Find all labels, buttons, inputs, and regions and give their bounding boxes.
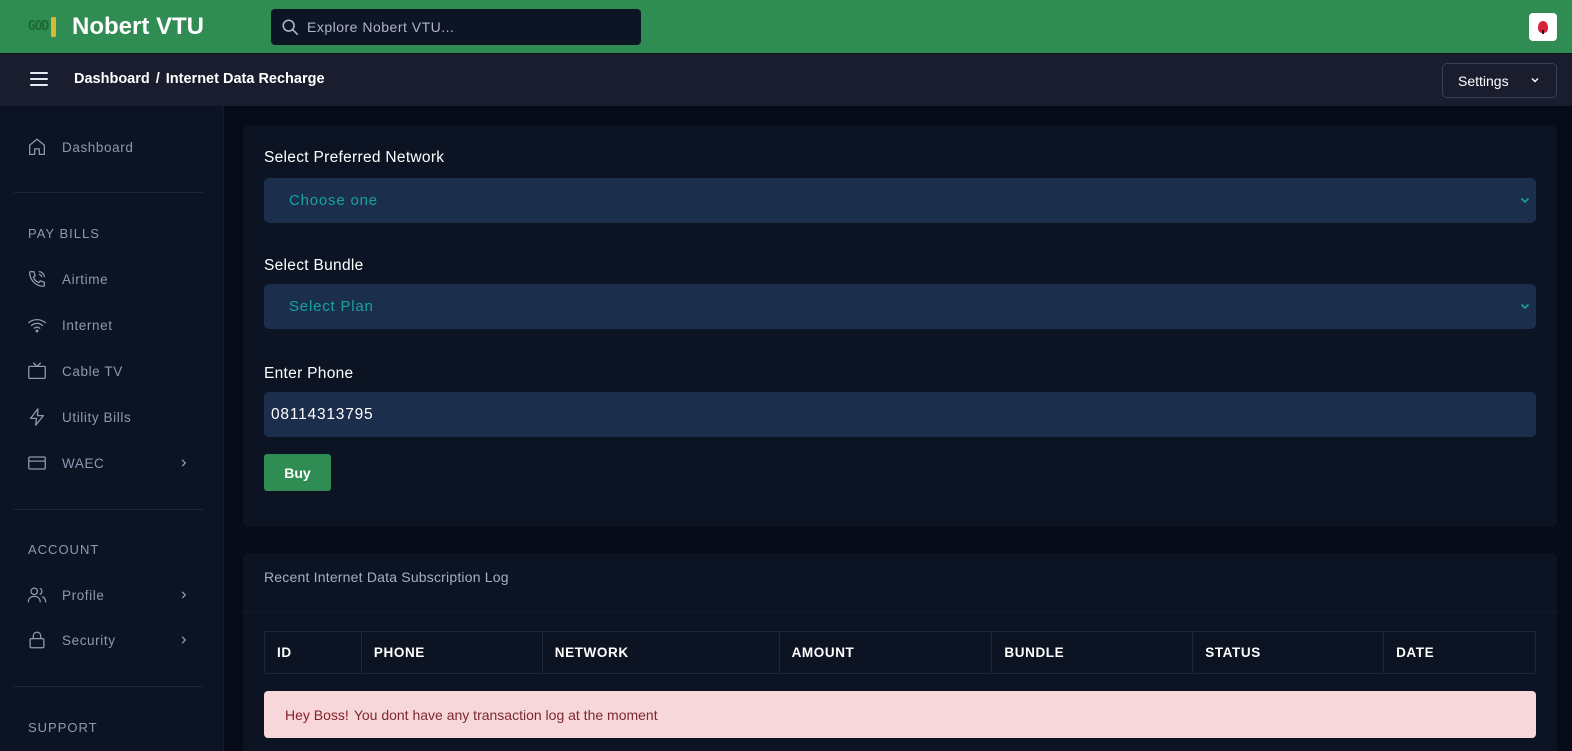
column-header-amount[interactable]: AMOUNT	[778, 631, 993, 674]
avatar[interactable]	[1529, 13, 1557, 41]
card-icon	[28, 456, 46, 470]
brand-name: Nobert VTU	[72, 12, 204, 40]
settings-label: Settings	[1458, 72, 1509, 89]
column-header-status[interactable]: STATUS	[1192, 631, 1385, 674]
sidebar-divider	[14, 686, 203, 687]
chevron-down-icon	[1531, 78, 1539, 83]
breadcrumb-current: Internet Data Recharge	[165, 71, 325, 87]
table-header-row: ID PHONE NETWORK AMOUNT BUNDLE STATUS DA…	[264, 631, 1536, 674]
phone-input[interactable]	[264, 392, 1536, 437]
log-table: ID PHONE NETWORK AMOUNT BUNDLE STATUS DA…	[264, 631, 1536, 674]
chevron-down-icon	[1520, 197, 1530, 204]
sidebar-divider	[14, 509, 203, 510]
subscription-log-card: Recent Internet Data Subscription Log ID…	[243, 553, 1557, 751]
settings-dropdown-button[interactable]: Settings	[1442, 63, 1557, 98]
lock-icon	[29, 631, 45, 649]
users-icon	[27, 587, 47, 603]
sidebar-item-label: Internet	[62, 317, 113, 333]
hamburger-icon	[30, 72, 48, 74]
chevron-right-icon	[181, 591, 187, 599]
recharge-form-card: Select Preferred Network Choose one Sele…	[243, 125, 1557, 527]
breadcrumb: Dashboard / Internet Data Recharge	[74, 71, 325, 87]
breadcrumb-separator: /	[155, 71, 160, 87]
section-title-account: ACCOUNT	[28, 542, 100, 557]
sidebar-item-label: Profile	[62, 587, 105, 603]
search-icon	[282, 19, 299, 36]
buy-button[interactable]: Buy	[264, 454, 331, 491]
column-header-date[interactable]: DATE	[1383, 631, 1536, 674]
sub-header: Dashboard / Internet Data Recharge Setti…	[0, 53, 1572, 106]
network-select-value: Choose one	[289, 192, 378, 209]
column-header-phone[interactable]: PHONE	[360, 631, 543, 674]
network-select[interactable]: Choose one	[264, 178, 1536, 223]
sidebar-item-dashboard[interactable]: Dashboard	[26, 135, 196, 159]
sidebar-item-security[interactable]: Security	[26, 628, 196, 652]
phone-icon	[29, 271, 45, 287]
sidebar-item-cable-tv[interactable]: Cable TV	[26, 359, 196, 383]
top-bar: GOD Nobert VTU	[0, 0, 1572, 53]
sidebar-item-profile[interactable]: Profile	[26, 583, 196, 607]
tv-icon	[28, 362, 46, 379]
bundle-select[interactable]: Select Plan	[264, 284, 1536, 329]
chevron-right-icon	[181, 636, 187, 644]
column-header-network[interactable]: NETWORK	[541, 631, 780, 674]
lightning-icon	[29, 408, 45, 426]
avatar-icon	[1538, 21, 1548, 34]
bundle-select-value: Select Plan	[289, 298, 374, 315]
sidebar-item-label: Security	[62, 632, 116, 648]
alert-message: You dont have any transaction log at the…	[353, 706, 658, 723]
log-title: Recent Internet Data Subscription Log	[264, 569, 509, 585]
wifi-icon	[28, 318, 46, 333]
sidebar-divider	[14, 192, 203, 193]
bundle-label: Select Bundle	[264, 257, 364, 274]
sidebar-item-label: Cable TV	[62, 363, 123, 379]
search-box[interactable]	[271, 9, 641, 45]
brand[interactable]: GOD Nobert VTU	[26, 13, 204, 41]
sidebar-item-airtime[interactable]: Airtime	[26, 267, 196, 291]
log-header-divider	[243, 611, 1557, 612]
search-input[interactable]	[307, 19, 627, 35]
phone-label: Enter Phone	[264, 365, 354, 382]
column-header-bundle[interactable]: BUNDLE	[991, 631, 1194, 674]
chevron-down-icon	[1520, 303, 1530, 310]
alert-strong-text: Hey Boss!	[285, 706, 349, 723]
sidebar-item-label: WAEC	[62, 455, 105, 471]
empty-log-alert: Hey Boss! You dont have any transaction …	[264, 691, 1536, 738]
sidebar-item-label: Airtime	[62, 271, 109, 287]
sidebar-item-utility-bills[interactable]: Utility Bills	[26, 405, 196, 429]
menu-toggle-button[interactable]	[30, 72, 48, 88]
sidebar-item-label: Dashboard	[62, 139, 134, 155]
home-icon	[29, 138, 45, 155]
network-label: Select Preferred Network	[264, 149, 445, 166]
brand-logo-icon: GOD	[26, 14, 58, 40]
sidebar: Dashboard PAY BILLS Airtime Internet Cab…	[0, 106, 224, 751]
sidebar-item-label: Utility Bills	[62, 409, 132, 425]
column-header-id[interactable]: ID	[264, 631, 362, 674]
sidebar-item-internet[interactable]: Internet	[26, 313, 196, 337]
section-title-support: SUPPORT	[28, 720, 98, 735]
breadcrumb-dashboard[interactable]: Dashboard	[74, 71, 150, 87]
sidebar-item-waec[interactable]: WAEC	[26, 451, 196, 475]
chevron-right-icon	[181, 459, 187, 467]
section-title-pay-bills: PAY BILLS	[28, 226, 100, 241]
